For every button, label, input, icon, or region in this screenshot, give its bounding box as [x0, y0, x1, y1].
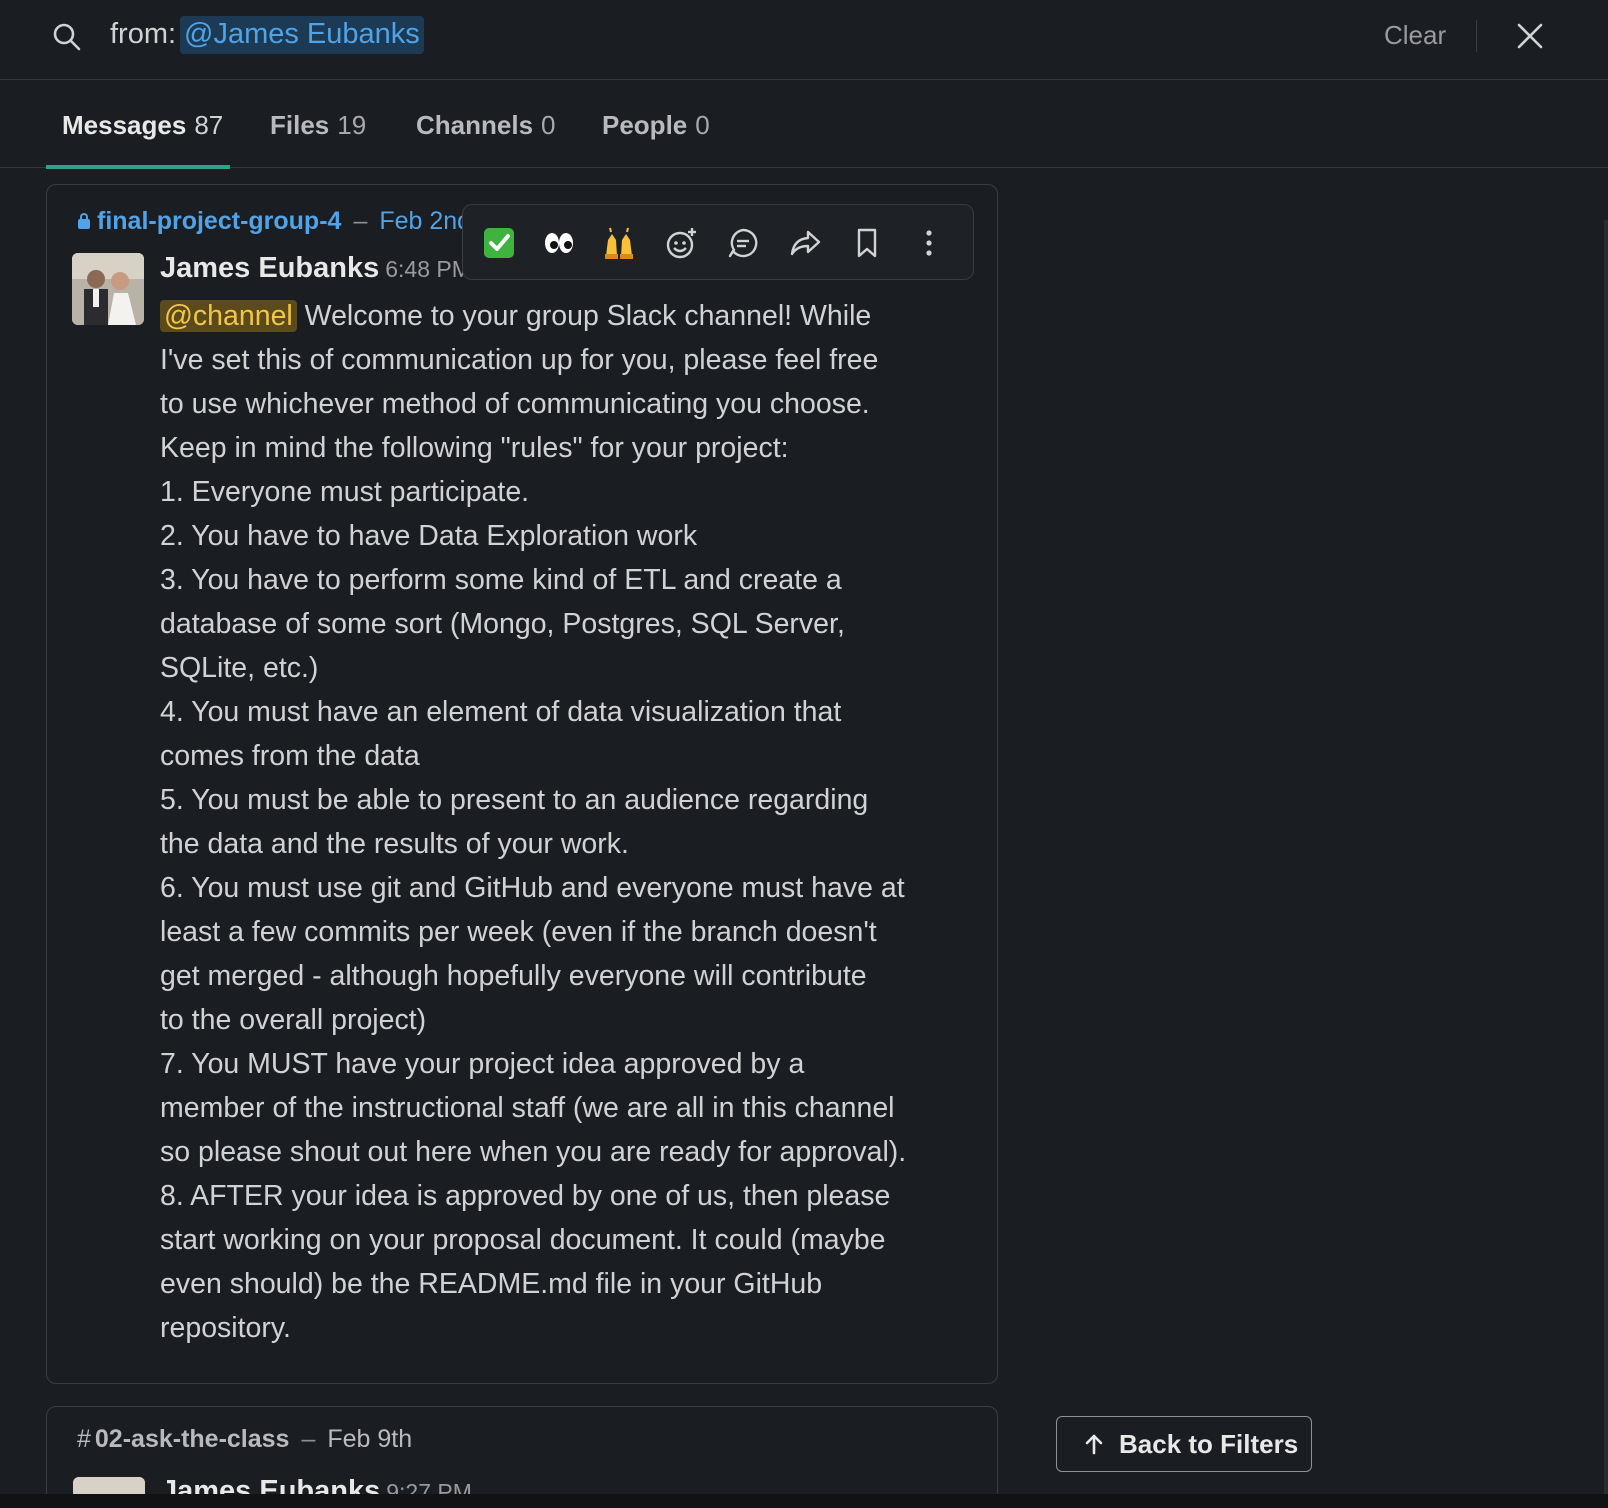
- message-line: start working on your proposal document.…: [160, 1224, 886, 1256]
- search-bar[interactable]: from: @James Eubanks Clear: [0, 0, 1608, 80]
- eyes-emoji-icon[interactable]: [533, 218, 585, 268]
- divider: [1476, 20, 1477, 52]
- more-actions-icon[interactable]: [903, 218, 955, 268]
- back-to-filters-button[interactable]: Back to Filters: [1056, 1416, 1312, 1472]
- message-timestamp[interactable]: 6:48 PM: [385, 256, 471, 282]
- message-line: repository.: [160, 1312, 291, 1344]
- result-header: final-project-group-4– Feb 2nd: [77, 207, 471, 236]
- close-icon[interactable]: [1514, 20, 1546, 52]
- message-line-text: Welcome to your group Slack channel! Whi…: [296, 300, 872, 332]
- message-line: least a few commits per week (even if th…: [160, 916, 877, 948]
- message-line: SQLite, etc.): [160, 652, 319, 684]
- channel-link[interactable]: final-project-group-4: [97, 207, 341, 235]
- message-line: 3. You have to perform some kind of ETL …: [160, 564, 842, 596]
- scrollbar[interactable]: [1604, 220, 1608, 1500]
- reply-in-thread-icon[interactable]: [717, 218, 769, 268]
- window-bottom-edge: [0, 1494, 1608, 1508]
- message-actions-toolbar: [462, 204, 974, 280]
- tab-channels[interactable]: Channels 0: [416, 80, 556, 168]
- message-line: 6. You must use git and GitHub and every…: [160, 872, 905, 904]
- tab-count: 0: [695, 110, 710, 140]
- result-header: #02-ask-the-class – Feb 9th: [77, 1425, 412, 1454]
- tab-label: Messages: [62, 110, 187, 140]
- message-line: 8. AFTER your idea is approved by one of…: [160, 1180, 891, 1212]
- message-line: even should) be the README.md file in yo…: [160, 1268, 823, 1300]
- message-line: I've set this of communication up for yo…: [160, 344, 879, 376]
- tab-label: People: [602, 110, 688, 140]
- message-line: get merged - although hopefully everyone…: [160, 960, 867, 992]
- message-line: database of some sort (Mongo, Postgres, …: [160, 608, 845, 640]
- arrow-up-icon: [1085, 1434, 1103, 1455]
- tab-files[interactable]: Files 19: [270, 80, 366, 168]
- author-name[interactable]: James Eubanks: [160, 252, 379, 284]
- message-line: Keep in mind the following "rules" for y…: [160, 432, 789, 464]
- channel-hash-icon: #: [77, 1425, 91, 1453]
- message-line: member of the instructional staff (we ar…: [160, 1092, 895, 1124]
- tab-count: 19: [337, 110, 367, 140]
- back-to-filters-label: Back to Filters: [1119, 1428, 1299, 1459]
- search-result-message[interactable]: #02-ask-the-class – Feb 9th James Eubanks 9…: [46, 1406, 998, 1508]
- result-tabs: Messages 87 Files 19 Channels 0 People 0: [0, 80, 1608, 169]
- search-query-user-token[interactable]: @James Eubanks: [180, 16, 424, 54]
- clear-button[interactable]: Clear: [1384, 20, 1446, 51]
- message-author[interactable]: James Eubanks 6:48 PM: [160, 252, 471, 285]
- tab-people[interactable]: People 0: [602, 80, 710, 168]
- add-reaction-icon[interactable]: [655, 218, 707, 268]
- message-line: 5. You must be able to present to an aud…: [160, 784, 869, 816]
- search-query-prefix[interactable]: from:: [110, 18, 176, 51]
- tab-count: 87: [194, 110, 224, 140]
- message-line: @channel Welcome to your group Slack cha…: [160, 294, 930, 338]
- message-line: to use whichever method of communicating…: [160, 388, 870, 420]
- separator: –: [353, 207, 368, 235]
- bookmark-icon[interactable]: [841, 218, 893, 268]
- avatar[interactable]: [72, 253, 144, 325]
- message-line: comes from the data: [160, 740, 420, 772]
- date-link[interactable]: Feb 2nd: [379, 207, 471, 235]
- separator: –: [301, 1425, 316, 1453]
- message-line: to the overall project): [160, 1004, 427, 1036]
- message-line: the data and the results of your work.: [160, 828, 629, 860]
- message-line: 4. You must have an element of data visu…: [160, 696, 842, 728]
- share-icon[interactable]: [779, 218, 831, 268]
- channel-link[interactable]: 02-ask-the-class: [95, 1425, 290, 1453]
- message-line: 1. Everyone must participate.: [160, 476, 530, 508]
- tab-label: Files: [270, 110, 330, 140]
- tab-count: 0: [541, 110, 556, 140]
- tab-messages[interactable]: Messages 87: [62, 80, 223, 168]
- message-line: so please shout out here when you are re…: [160, 1136, 907, 1168]
- lock-icon: [78, 213, 90, 229]
- check-mark-emoji-icon[interactable]: [473, 218, 525, 268]
- channel-mention[interactable]: @channel: [160, 300, 297, 332]
- message-line: 2. You have to have Data Exploration wor…: [160, 520, 698, 552]
- search-icon: [53, 23, 81, 51]
- date-link[interactable]: Feb 9th: [327, 1425, 412, 1453]
- raised-hands-emoji-icon[interactable]: [593, 218, 645, 268]
- active-tab-indicator: [46, 165, 230, 169]
- message-line: 7. You MUST have your project idea appro…: [160, 1048, 805, 1080]
- message-text: @channel Welcome to your group Slack cha…: [160, 294, 930, 1350]
- tab-label: Channels: [416, 110, 534, 140]
